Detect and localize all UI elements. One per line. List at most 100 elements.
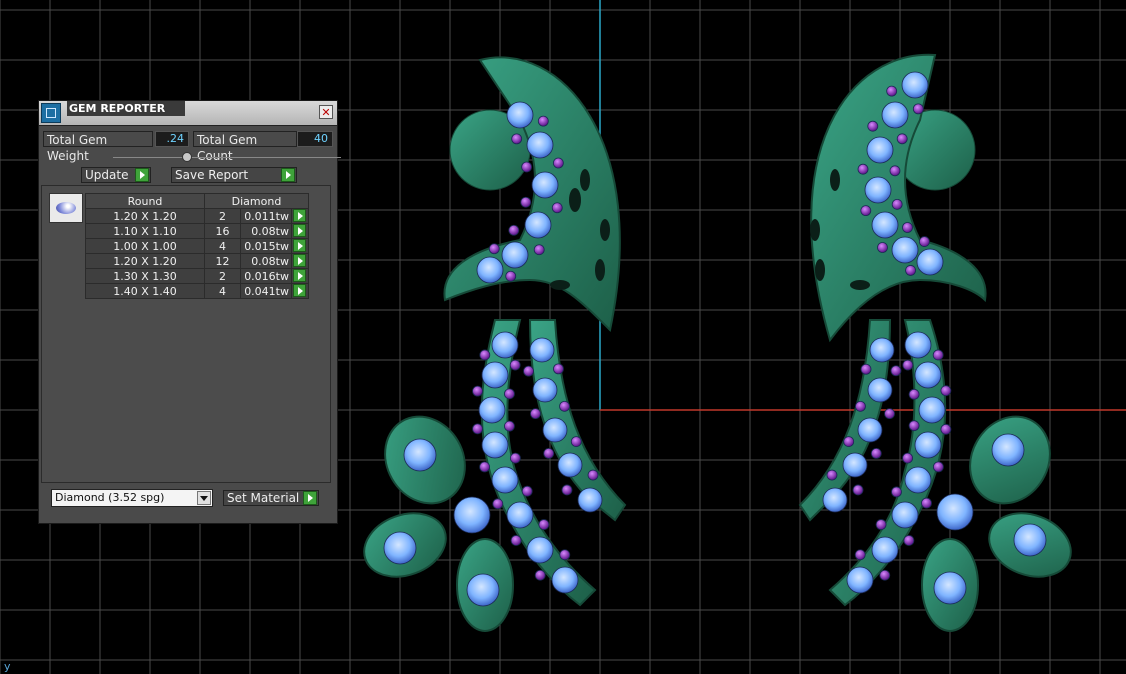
diamond-stone [529, 337, 555, 363]
diamond-stone [901, 71, 929, 99]
amethyst-stone [852, 484, 864, 496]
gem-shape-thumbnail[interactable] [49, 193, 83, 223]
amethyst-stone [877, 242, 888, 253]
gem-weight-cell: 0.041tw [240, 283, 292, 299]
diamond-stone [842, 452, 868, 478]
row-action-cell[interactable] [291, 238, 309, 254]
amethyst-stone [530, 408, 541, 420]
gem-weight-cell: 0.08tw [240, 253, 292, 269]
row-action-cell[interactable] [291, 223, 309, 239]
gem-count-cell: 4 [204, 238, 241, 254]
amethyst-stone [908, 388, 920, 400]
row-action-cell[interactable] [291, 283, 309, 299]
table-row[interactable]: 1.10 X 1.10 16 0.08tw [85, 223, 309, 239]
diamond-stone [871, 536, 899, 564]
save-report-button[interactable]: Save Report [171, 167, 297, 183]
amethyst-stone [523, 365, 534, 377]
go-arrow-icon[interactable] [293, 254, 306, 267]
update-button[interactable]: Update [81, 167, 151, 183]
diamond-stone [491, 466, 519, 494]
gem-count-cell: 16 [204, 223, 241, 239]
amethyst-stone [902, 222, 913, 233]
diamond-stone [916, 248, 944, 276]
go-arrow-icon[interactable] [293, 269, 306, 282]
gem-list-area[interactable]: Round Diamond 1.20 X 1.20 2 0.011tw 1.10 X … [41, 185, 331, 483]
amethyst-stone [902, 359, 914, 371]
gem-table: Round Diamond 1.20 X 1.20 2 0.011tw 1.10 X … [85, 193, 309, 299]
amethyst-stone [504, 388, 515, 400]
amethyst-stone [932, 349, 944, 361]
amethyst-stone [510, 535, 522, 546]
diamond-stone [822, 487, 848, 513]
diamond-stone [867, 377, 893, 403]
diamond-stone [501, 241, 529, 269]
amethyst-stone [884, 408, 895, 420]
amethyst-stone [533, 244, 545, 256]
diamond-stone [506, 501, 534, 529]
diamond-stone [466, 573, 500, 607]
amethyst-stone [509, 359, 521, 371]
gem-size-cell: 1.20 X 1.20 [85, 253, 205, 269]
go-arrow-icon[interactable] [303, 491, 317, 505]
total-gem-weight-label: Total Gem Weight [43, 131, 153, 163]
row-action-cell[interactable] [291, 268, 309, 284]
amethyst-stone [921, 497, 932, 509]
gem-count-cell: 12 [204, 253, 241, 269]
material-select[interactable]: Diamond (3.52 spg) [51, 489, 213, 507]
diamond-stone [991, 433, 1025, 467]
amethyst-stone [860, 363, 872, 375]
go-arrow-icon[interactable] [293, 209, 306, 222]
row-action-cell[interactable] [291, 208, 309, 224]
gem-size-cell: 1.20 X 1.20 [85, 208, 205, 224]
left-earring-model[interactable] [355, 56, 627, 632]
dropdown-arrow-icon[interactable] [197, 491, 211, 505]
row-action-cell[interactable] [291, 253, 309, 269]
amethyst-stone [891, 198, 903, 210]
close-button[interactable]: ✕ [319, 105, 333, 119]
set-material-button-label: Set Material [227, 491, 300, 505]
table-row[interactable]: 1.40 X 1.40 4 0.041tw [85, 283, 309, 299]
go-arrow-icon[interactable] [281, 168, 295, 182]
table-row[interactable]: 1.00 X 1.00 4 0.015tw [85, 238, 309, 254]
set-material-button[interactable]: Set Material [223, 490, 319, 506]
amethyst-stone [552, 157, 564, 169]
amethyst-stone [520, 196, 532, 208]
amethyst-stone [472, 423, 483, 435]
table-row[interactable]: 1.20 X 1.20 12 0.08tw [85, 253, 309, 269]
diamond-stone [857, 417, 883, 443]
material-select-value: Diamond (3.52 spg) [55, 491, 165, 504]
axis-y-indicator: y [4, 660, 11, 673]
amethyst-stone [479, 349, 491, 361]
diamond-stone [871, 211, 899, 239]
amethyst-stone [570, 436, 582, 447]
table-row[interactable]: 1.30 X 1.30 2 0.016tw [85, 268, 309, 284]
diamond-stone [864, 176, 892, 204]
table-row[interactable]: 1.20 X 1.20 2 0.011tw [85, 208, 309, 224]
go-arrow-icon[interactable] [293, 284, 306, 297]
diamond-stone [933, 571, 967, 605]
right-earring-model[interactable] [798, 53, 1080, 632]
amethyst-stone [543, 448, 555, 459]
diamond-stone [453, 496, 491, 534]
go-arrow-icon[interactable] [293, 239, 306, 252]
diamond-stone [866, 136, 894, 164]
diamond-stone [531, 171, 559, 199]
diamond-stone [936, 493, 974, 531]
gem-reporter-panel[interactable]: GEM REPORTER ✕ Total Gem Weight .24 Tota… [38, 100, 341, 524]
gem-size-cell: 1.10 X 1.10 [85, 223, 205, 239]
panel-title: GEM REPORTER [67, 101, 185, 116]
diamond-stone [577, 487, 603, 513]
diamond-stone [542, 417, 568, 443]
panel-slider-track[interactable] [113, 157, 341, 158]
amethyst-stone [843, 436, 855, 447]
diamond-stone [891, 236, 919, 264]
amethyst-stone [889, 165, 901, 177]
amethyst-stone [559, 400, 570, 412]
diamond-stone [403, 438, 437, 472]
go-arrow-icon[interactable] [135, 168, 149, 182]
amethyst-stone [509, 452, 521, 464]
diamond-stone [914, 361, 942, 389]
panel-titlebar[interactable]: GEM REPORTER ✕ [39, 101, 337, 126]
go-arrow-icon[interactable] [293, 224, 306, 237]
panel-slider-knob[interactable] [182, 152, 192, 162]
